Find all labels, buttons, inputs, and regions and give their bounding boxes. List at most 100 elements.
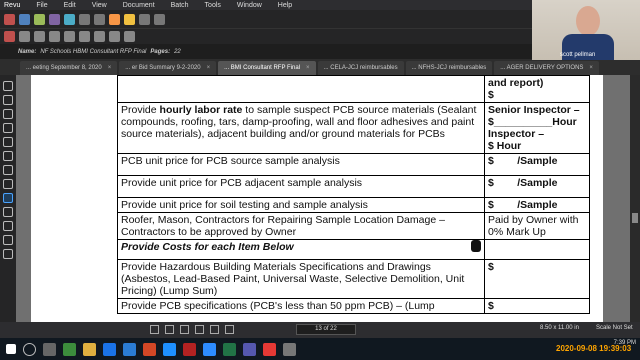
teams-icon[interactable] <box>243 342 256 356</box>
tab-delivery-options[interactable]: ... AGER DELIVERY OPTIONS × <box>494 61 599 75</box>
line-icon[interactable] <box>19 31 30 42</box>
menu-batch[interactable]: Batch <box>163 2 197 9</box>
table-row: Provide unit price for soil testing and … <box>116 197 590 213</box>
page-number-field[interactable]: 13 of 22 <box>296 324 356 335</box>
rectangle-icon[interactable] <box>49 31 60 42</box>
close-icon[interactable]: × <box>108 65 112 71</box>
menu-file[interactable]: File <box>28 2 55 9</box>
file-access-icon[interactable] <box>3 109 13 119</box>
tab-label: ... BMI Consultant RFP Final <box>224 65 301 71</box>
settings-icon[interactable] <box>283 342 296 356</box>
menu-view[interactable]: View <box>84 2 115 9</box>
pdf-page: and report) $ Provide hourly labor rate … <box>31 75 603 322</box>
layers-icon[interactable] <box>3 123 13 133</box>
save-icon[interactable] <box>19 13 30 25</box>
word-icon[interactable] <box>123 342 136 356</box>
revu-icon[interactable] <box>183 342 196 356</box>
menu-help[interactable]: Help <box>270 2 300 9</box>
spaces-icon[interactable] <box>3 221 13 231</box>
presenter-name: scott pellman <box>560 52 596 58</box>
tab-bid-summary[interactable]: ... er Bid Summary 9-2-2020 × <box>119 61 217 75</box>
table-cell: Provide Costs for each Item Below <box>116 239 486 260</box>
tool-chest-icon[interactable] <box>3 235 13 245</box>
bookmarks-icon[interactable] <box>3 95 13 105</box>
close-icon[interactable]: × <box>589 65 593 71</box>
table-cell: Provide PCB specifications (PCB's less t… <box>116 298 486 314</box>
windows-start-icon[interactable] <box>6 344 16 354</box>
sync-icon[interactable] <box>225 325 234 334</box>
highlight-icon[interactable] <box>124 13 135 25</box>
email-icon[interactable] <box>49 13 60 25</box>
settings-icon[interactable] <box>3 249 13 259</box>
ellipse-icon[interactable] <box>64 31 75 42</box>
menu-document[interactable]: Document <box>115 2 163 9</box>
redo-icon[interactable] <box>94 13 105 25</box>
studio-icon[interactable] <box>3 165 13 175</box>
task-view-icon[interactable] <box>43 342 56 356</box>
edge-icon[interactable] <box>163 342 176 356</box>
measurements-icon[interactable] <box>3 151 13 161</box>
zoom-icon[interactable] <box>203 342 216 356</box>
cloud-icon[interactable] <box>94 31 105 42</box>
table-cell: $ <box>484 259 590 299</box>
content-icon[interactable] <box>180 325 189 334</box>
pdf-icon[interactable] <box>263 342 276 356</box>
pen-icon[interactable] <box>4 31 15 42</box>
scale-status[interactable]: Scale Not Set <box>596 325 633 331</box>
pan-icon[interactable] <box>139 13 150 25</box>
arrow-icon[interactable] <box>34 31 45 42</box>
reuse-icon[interactable] <box>210 325 219 334</box>
left-sidebar <box>0 75 16 322</box>
search-icon[interactable] <box>23 342 36 356</box>
search-icon[interactable] <box>3 137 13 147</box>
menu-tools[interactable]: Tools <box>197 2 229 9</box>
tab-rfp-final[interactable]: ... BMI Consultant RFP Final × <box>218 61 316 75</box>
table-row: PCB unit price for PCB source sample ana… <box>116 153 590 176</box>
outlook-icon[interactable] <box>103 342 116 356</box>
document-tabs: ... eeting September 8, 2020 × ... er Bid… <box>0 59 640 75</box>
text-icon[interactable] <box>109 31 120 42</box>
chrome-icon[interactable] <box>63 342 76 356</box>
tab-cela-reimbursables[interactable]: ... CELA-JCJ reimbursables <box>317 61 404 75</box>
menu-edit[interactable]: Edit <box>56 2 84 9</box>
polygon-icon[interactable] <box>79 31 90 42</box>
undo-icon[interactable] <box>79 13 90 25</box>
close-icon[interactable]: × <box>207 65 211 71</box>
grid-icon[interactable] <box>150 325 159 334</box>
select-icon[interactable] <box>109 13 120 25</box>
document-name: NF Schools HBMI Consultant RFP Final <box>40 48 147 55</box>
open-icon[interactable] <box>4 13 15 25</box>
markup-snap-icon[interactable] <box>195 325 204 334</box>
cost-table: and report) $ Provide hourly labor rate … <box>116 75 590 314</box>
table-cell: and report) $ <box>484 75 590 103</box>
document-canvas[interactable]: and report) $ Provide hourly labor rate … <box>16 75 630 322</box>
snap-icon[interactable] <box>165 325 174 334</box>
properties-icon[interactable] <box>3 207 13 217</box>
tab-meeting[interactable]: ... eeting September 8, 2020 × <box>20 61 118 75</box>
tab-label: ... er Bid Summary 9-2-2020 <box>125 65 201 71</box>
close-icon[interactable]: × <box>306 65 310 71</box>
file-explorer-icon[interactable] <box>83 342 96 356</box>
powerpoint-icon[interactable] <box>143 342 156 356</box>
thumbnails-icon[interactable] <box>3 81 13 91</box>
tab-label: ... eeting September 8, 2020 <box>26 65 102 71</box>
print-icon[interactable] <box>34 13 45 25</box>
vertical-scrollbar[interactable] <box>630 75 640 322</box>
menu-window[interactable]: Window <box>229 2 270 9</box>
video-timestamp: 2020-09-08 19:39:03 <box>556 344 632 353</box>
scroll-thumb[interactable] <box>632 213 638 223</box>
table-cell: Paid by Owner with 0% Mark Up <box>484 212 590 240</box>
excel-icon[interactable] <box>223 342 236 356</box>
tab-nfhs-reimbursables[interactable]: ... NFHS-JCJ reimbursables <box>405 61 493 75</box>
table-cell: PCB unit price for PCB source sample ana… <box>116 153 486 176</box>
table-cell <box>484 239 590 260</box>
callout-icon[interactable] <box>124 31 135 42</box>
windows-taskbar: 7:39 PM <box>0 338 640 360</box>
table-cell: Provide Hazardous Building Materials Spe… <box>116 259 486 299</box>
markup-icon[interactable] <box>64 13 75 25</box>
snapshot-icon[interactable] <box>154 13 165 25</box>
links-icon[interactable] <box>3 179 13 189</box>
table-row: Roofer, Mason, Contractors for Repairing… <box>116 212 590 240</box>
signatures-icon[interactable] <box>3 193 13 203</box>
tab-label: ... CELA-JCJ reimbursables <box>323 65 398 71</box>
